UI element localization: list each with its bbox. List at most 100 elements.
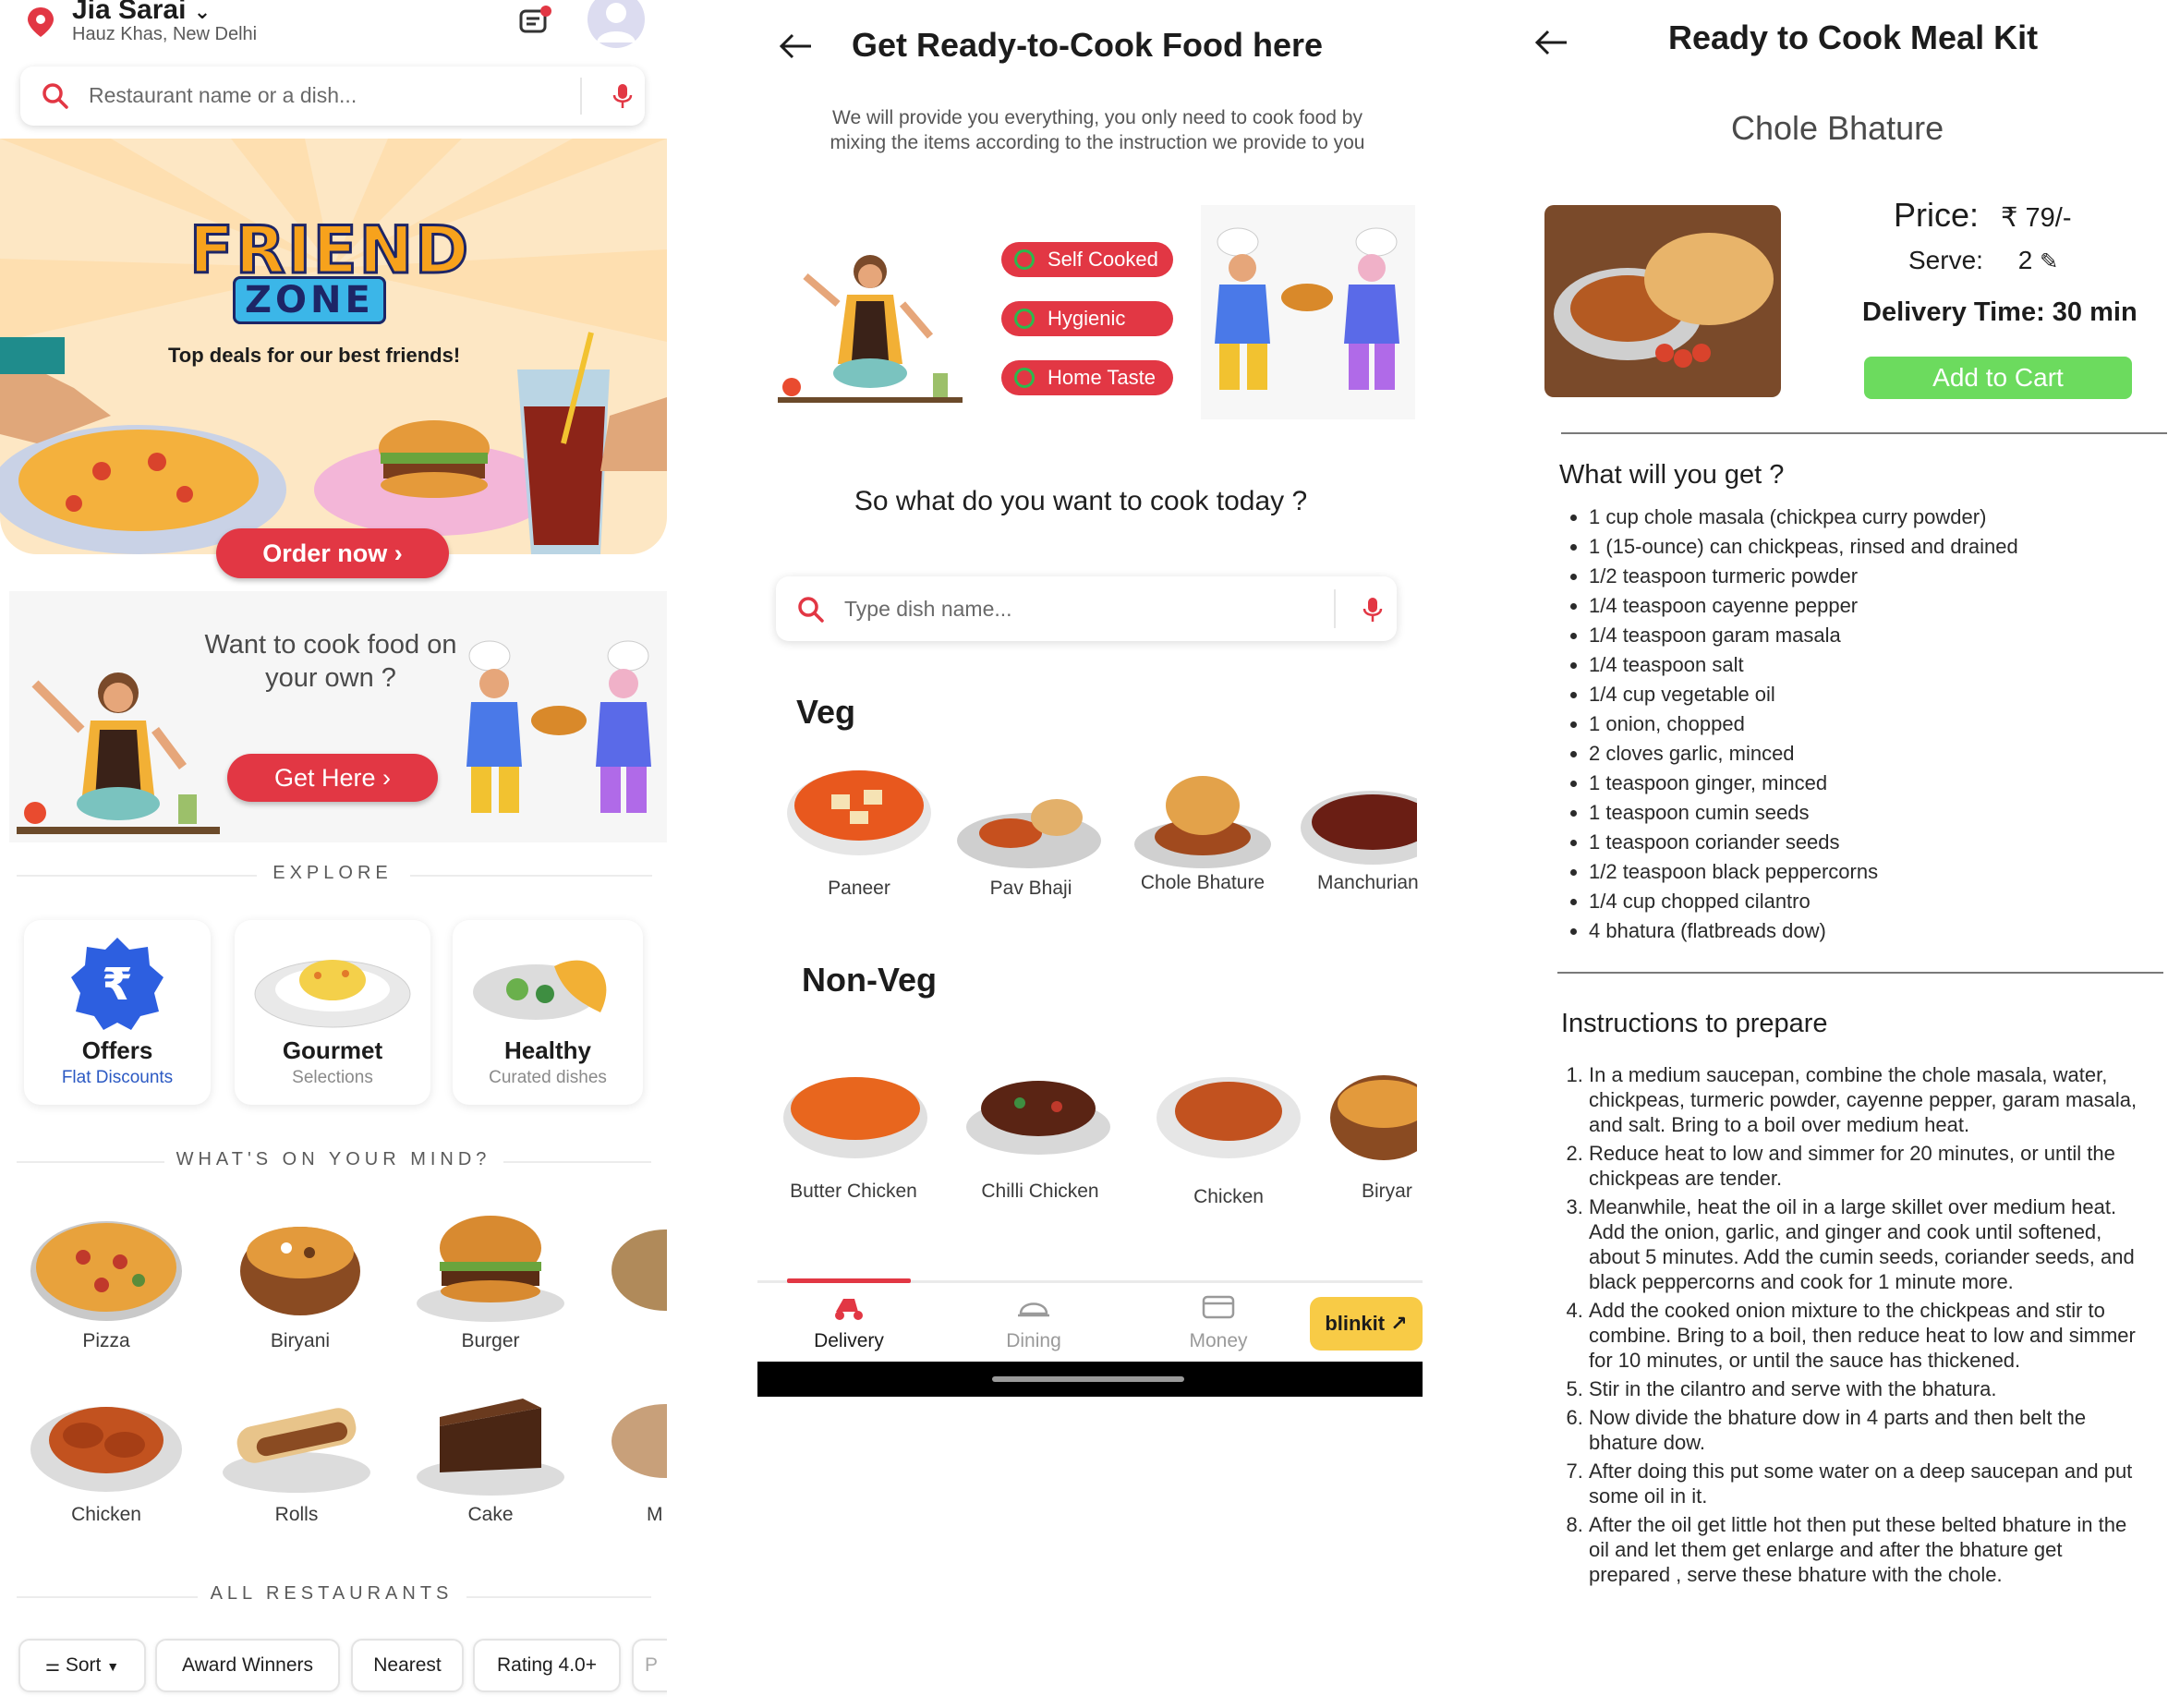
instructions-list: In a medium saucepan, combine the chole … [1561,1062,2143,1591]
chilli-chicken-image[interactable] [964,1060,1112,1162]
instruction-item: After doing this put some water on a dee… [1589,1459,2143,1508]
mind-label: WHAT'S ON YOUR MIND? [176,1149,491,1169]
divider [466,1596,651,1598]
explore-offers-card[interactable]: ₹ Offers Flat Discounts [24,920,211,1105]
back-arrow-icon[interactable] [778,28,815,65]
chefs-illustration [466,640,651,813]
instruction-item: Add the cooked onion mixture to the chic… [1589,1298,2143,1373]
burger-image[interactable] [412,1206,569,1326]
explore-healthy-card[interactable]: Healthy Curated dishes [453,920,643,1105]
sort-chip[interactable]: ⚌ Sort ▼ [18,1639,146,1692]
dish-search-bar[interactable]: Type dish name... [776,576,1397,641]
chevron-down-icon: ⌄ [193,0,212,23]
instruction-item: After the oil get little hot then put th… [1589,1512,2143,1587]
cook-question: So what do you want to cook today ? [854,486,1308,516]
caret-down-icon: ▼ [106,1659,120,1674]
microphone-icon[interactable] [1362,595,1384,624]
paneer-image[interactable] [785,757,933,859]
chicken-image[interactable] [28,1380,185,1500]
nav-dining[interactable]: Dining [964,1290,1103,1352]
award-winners-chip[interactable]: Award Winners [155,1639,340,1692]
order-now-button[interactable]: Order now › [216,528,449,578]
partial-dish-image[interactable] [610,1395,667,1487]
home-screen: Jia Sarai ⌄ Hauz Khas, New Delhi Restaur… [0,0,667,1708]
divider [17,1596,198,1598]
search-bar[interactable]: Restaurant name or a dish... [20,67,645,126]
pizza-image[interactable] [28,1206,185,1326]
wallet-icon [1202,1295,1235,1319]
biryani-image[interactable] [222,1206,379,1326]
search-icon [42,83,68,109]
badge-hygienic: Hygienic [1001,301,1173,336]
explore-label: EXPLORE [272,863,393,883]
pencil-icon[interactable]: ✎ [2040,249,2058,274]
dish-label: Chilli Chicken [981,1181,1099,1202]
blinkit-button[interactable]: blinkit ↗ [1310,1297,1423,1351]
category-label: M [647,1504,663,1525]
nav-delivery[interactable]: Delivery [780,1290,918,1352]
rolls-image[interactable] [218,1380,375,1500]
ingredient-item: 1 (15-ounce) can chickpeas, rinsed and d… [1589,532,2018,562]
cloche-icon [1018,1302,1049,1317]
explore-gourmet-card[interactable]: Gourmet Selections [235,920,430,1105]
divider [17,1161,164,1163]
back-arrow-icon[interactable] [1533,24,1570,61]
filter-icon: ⚌ [44,1656,61,1675]
instruction-item: Reduce heat to low and simmer for 20 min… [1589,1141,2143,1191]
category-label: Cake [467,1504,514,1525]
serve-row: Serve: 2 ✎ [1908,246,2058,275]
chole-bhature-photo [1544,205,1781,397]
profile-avatar[interactable] [587,0,645,48]
manchurian-image[interactable] [1299,772,1417,874]
home-indicator[interactable] [992,1376,1184,1382]
check-circle-icon [1014,309,1035,329]
ingredient-item: 1 teaspoon ginger, minced [1589,769,2018,798]
butter-chicken-image[interactable] [781,1060,929,1162]
location-title[interactable]: Jia Sarai ⌄ [72,0,211,26]
chole-bhature-image[interactable] [1129,772,1277,874]
ingredient-item: 1/4 teaspoon garam masala [1589,621,2018,650]
ingredient-item: 1/2 teaspoon black peppercorns [1589,857,2018,887]
nearest-chip[interactable]: Nearest [351,1639,464,1692]
divider [1557,972,2163,974]
page-description: We will provide you everything, you only… [830,107,1365,153]
microphone-icon[interactable] [612,81,634,111]
search-divider [1334,589,1336,628]
instruction-item: Now divide the bhature dow in 4 parts an… [1589,1405,2143,1455]
dish-label: Chole Bhature [1140,872,1266,893]
dish-label: Pav Bhaji [989,878,1072,899]
ingredient-item: 1 cup chole masala (chickpea curry powde… [1589,503,2018,532]
restaurants-label: ALL RESTAURANTS [210,1583,454,1604]
healthy-bowl-icon [473,960,607,1020]
badge-self-cooked: Self Cooked [1001,242,1173,277]
category-label: Rolls [274,1504,319,1525]
pav-bhaji-image[interactable] [955,776,1103,878]
category-label: Pizza [82,1330,130,1351]
page-title: Get Ready-to-Cook Food here [852,26,1324,64]
biryani-image[interactable] [1328,1062,1417,1164]
cake-image[interactable] [412,1380,569,1500]
scooter-icon [835,1299,863,1320]
nav-money[interactable]: Money [1149,1290,1288,1352]
partial-dish-image[interactable] [610,1219,667,1321]
notification-icon[interactable] [517,4,554,37]
dish-label: Chicken [1193,1186,1264,1207]
location-pin-icon[interactable] [24,6,57,39]
delivery-time: Delivery Time: 30 min [1862,297,2138,327]
ingredient-item: 1/4 cup vegetable oil [1589,680,2018,709]
dish-label: Manchurian [1317,872,1419,893]
search-divider [580,78,582,115]
page-title: Ready to Cook Meal Kit [1668,18,2039,56]
explore-card-subtitle: Selections [292,1068,373,1087]
ingredient-item: 1/2 teaspoon turmeric powder [1589,562,2018,591]
get-here-button[interactable]: Get Here › [227,754,438,802]
partial-chip[interactable]: P [632,1639,667,1692]
serve-value[interactable]: 2 [2018,246,2033,274]
dish-label: Biryar [1362,1181,1412,1202]
explore-card-title: Gourmet [282,1036,383,1064]
rating-chip[interactable]: Rating 4.0+ [473,1639,621,1692]
add-to-cart-button[interactable]: Add to Cart [1864,357,2132,399]
ingredient-item: 1/4 cup chopped cilantro [1589,887,2018,916]
chicken-image[interactable] [1155,1060,1302,1162]
svg-text:₹: ₹ [102,959,132,1011]
